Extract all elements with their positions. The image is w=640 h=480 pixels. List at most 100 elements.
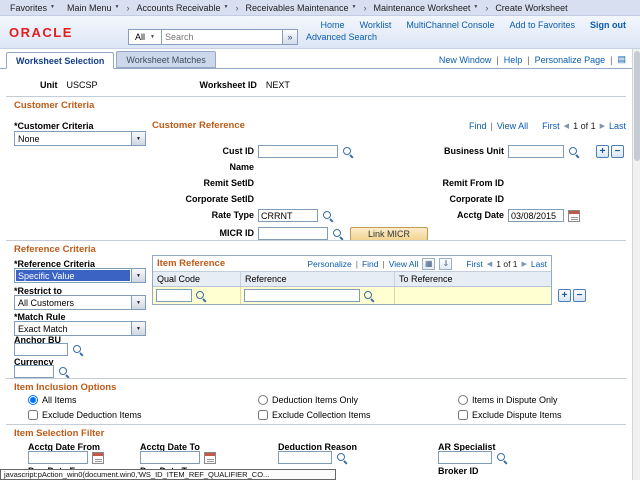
anchor-bu-input[interactable] bbox=[14, 343, 68, 356]
business-unit-label: Business Unit bbox=[392, 146, 504, 156]
ar-specialist-lookup-icon[interactable] bbox=[496, 452, 508, 464]
help-link[interactable]: Help bbox=[504, 55, 523, 65]
menu-receivables-maintenance[interactable]: Receivables Maintenance ▼ bbox=[239, 0, 362, 16]
new-window-page-icon[interactable]: ▤ bbox=[617, 54, 626, 65]
acctg-date-to-input[interactable] bbox=[140, 451, 200, 464]
tab-worksheet-selection[interactable]: Worksheet Selection bbox=[6, 52, 114, 69]
sign-out-link[interactable]: Sign out bbox=[590, 20, 626, 30]
oracle-logo: ORACLE bbox=[9, 25, 73, 40]
customer-criteria-dropdown[interactable]: None ▼ bbox=[14, 131, 146, 146]
previous-page-icon[interactable]: ◀ bbox=[487, 260, 492, 268]
add-to-favorites-link[interactable]: Add to Favorites bbox=[509, 20, 575, 30]
link-micr-button[interactable]: Link MICR bbox=[350, 227, 428, 241]
exclude-deduction-items-checkbox[interactable]: Exclude Deduction Items bbox=[28, 410, 142, 420]
item-reference-last-link[interactable]: Last bbox=[531, 259, 547, 269]
exclude-dispute-items-checkbox-input[interactable] bbox=[458, 410, 468, 420]
micr-id-lookup-icon[interactable] bbox=[332, 228, 344, 240]
acctg-date-input[interactable] bbox=[508, 209, 564, 222]
reference-criteria-dropdown[interactable]: Specific Value ▼ bbox=[14, 268, 146, 283]
qual-code-lookup-icon[interactable] bbox=[195, 290, 207, 302]
match-rule-dropdown[interactable]: Exact Match ▼ bbox=[14, 321, 146, 336]
qual-code-input[interactable] bbox=[156, 289, 192, 302]
deduction-reason-lookup-icon[interactable] bbox=[336, 452, 348, 464]
rate-type-lookup-icon[interactable] bbox=[322, 210, 334, 222]
all-items-radio[interactable]: All Items bbox=[28, 395, 77, 405]
business-unit-input[interactable] bbox=[508, 145, 564, 158]
menu-main-menu[interactable]: Main Menu ▼ bbox=[61, 0, 125, 16]
chevron-down-icon: ▼ bbox=[352, 5, 357, 10]
delete-row-button[interactable]: − bbox=[573, 289, 586, 302]
exclude-collection-items-label: Exclude Collection Items bbox=[272, 410, 371, 420]
scrollbar-thumb[interactable] bbox=[634, 51, 640, 161]
exclude-dispute-items-checkbox[interactable]: Exclude Dispute Items bbox=[458, 410, 562, 420]
next-page-icon[interactable]: ▶ bbox=[522, 260, 527, 268]
search-submit-button[interactable]: » bbox=[283, 29, 298, 45]
menu-favorites[interactable]: Favorites ▼ bbox=[4, 0, 61, 16]
acctg-date-from-input[interactable] bbox=[28, 451, 88, 464]
unit-value: USCSP bbox=[67, 80, 98, 90]
rate-type-input[interactable] bbox=[258, 209, 318, 222]
personalize-page-link[interactable]: Personalize Page bbox=[535, 55, 606, 65]
item-reference-first-link[interactable]: First bbox=[466, 259, 483, 269]
add-row-button[interactable]: + bbox=[558, 289, 571, 302]
items-in-dispute-only-radio-input[interactable] bbox=[458, 395, 468, 405]
item-reference-column-headers: Qual Code Reference To Reference bbox=[153, 272, 551, 287]
delete-row-button[interactable]: − bbox=[611, 145, 624, 158]
acctg-date-to-calendar-icon[interactable] bbox=[204, 452, 216, 464]
previous-page-icon[interactable]: ◀ bbox=[564, 122, 569, 130]
grid-zoom-icon[interactable]: ▦ bbox=[422, 258, 435, 270]
search-scope-dropdown[interactable]: All ▼ bbox=[128, 29, 161, 45]
search-input[interactable] bbox=[161, 29, 283, 45]
cust-id-input[interactable] bbox=[258, 145, 338, 158]
cust-id-lookup-icon[interactable] bbox=[342, 146, 354, 158]
menu-create-worksheet[interactable]: Create Worksheet bbox=[489, 0, 573, 16]
item-reference-find-link[interactable]: Find bbox=[362, 259, 379, 269]
vertical-scrollbar[interactable] bbox=[632, 49, 640, 480]
advanced-search-link[interactable]: Advanced Search bbox=[306, 32, 377, 42]
reference-lookup-icon[interactable] bbox=[363, 290, 375, 302]
multichannel-console-link[interactable]: MultiChannel Console bbox=[406, 20, 494, 30]
chevron-down-icon: ▼ bbox=[50, 5, 55, 10]
minus-icon: − bbox=[577, 291, 583, 301]
exclude-collection-items-checkbox[interactable]: Exclude Collection Items bbox=[258, 410, 371, 420]
menu-accounts-receivable[interactable]: Accounts Receivable ▼ bbox=[130, 0, 234, 16]
customer-reference-first-link[interactable]: First bbox=[542, 121, 560, 131]
rate-type-label: Rate Type bbox=[152, 210, 254, 220]
menu-maintenance-worksheet[interactable]: Maintenance Worksheet ▼ bbox=[367, 0, 484, 16]
micr-id-input[interactable] bbox=[258, 227, 328, 240]
currency-input[interactable] bbox=[14, 365, 54, 378]
acctg-date-calendar-icon[interactable] bbox=[568, 210, 580, 222]
download-to-excel-icon[interactable]: ⇓ bbox=[439, 258, 452, 270]
customer-reference-find-link[interactable]: Find bbox=[469, 121, 487, 131]
deduction-items-only-radio[interactable]: Deduction Items Only bbox=[258, 395, 358, 405]
item-reference-view-all-link[interactable]: View All bbox=[389, 259, 419, 269]
chevron-down-icon: ▼ bbox=[115, 5, 120, 10]
restrict-to-dropdown[interactable]: All Customers ▼ bbox=[14, 295, 146, 310]
tab-worksheet-matches[interactable]: Worksheet Matches bbox=[116, 51, 215, 68]
exclude-collection-items-checkbox-input[interactable] bbox=[258, 410, 268, 420]
item-reference-grid: Item Reference Personalize | Find | View… bbox=[152, 255, 552, 305]
deduction-items-only-radio-input[interactable] bbox=[258, 395, 268, 405]
customer-reference-view-all-link[interactable]: View All bbox=[497, 121, 528, 131]
qual-code-cell bbox=[153, 287, 241, 304]
deduction-reason-input[interactable] bbox=[278, 451, 332, 464]
item-reference-title: Item Reference bbox=[157, 258, 225, 269]
customer-reference-last-link[interactable]: Last bbox=[609, 121, 626, 131]
acctg-date-from-calendar-icon[interactable] bbox=[92, 452, 104, 464]
items-in-dispute-only-radio[interactable]: Items in Dispute Only bbox=[458, 395, 558, 405]
reference-input[interactable] bbox=[244, 289, 360, 302]
field-row: Corporate SetID Corporate ID bbox=[152, 193, 626, 208]
all-items-radio-input[interactable] bbox=[28, 395, 38, 405]
item-reference-personalize-link[interactable]: Personalize bbox=[307, 259, 351, 269]
ar-specialist-input[interactable] bbox=[438, 451, 492, 464]
new-window-link[interactable]: New Window bbox=[439, 55, 492, 65]
business-unit-lookup-icon[interactable] bbox=[568, 146, 580, 158]
anchor-bu-lookup-icon[interactable] bbox=[72, 344, 84, 356]
download-icon: ⇓ bbox=[442, 259, 449, 268]
currency-lookup-icon[interactable] bbox=[58, 366, 70, 378]
item-selection-filter-title: Item Selection Filter bbox=[14, 428, 104, 439]
exclude-deduction-items-checkbox-input[interactable] bbox=[28, 410, 38, 420]
add-row-button[interactable]: + bbox=[596, 145, 609, 158]
search-area: All ▼ » Advanced Search bbox=[128, 29, 377, 45]
next-page-icon[interactable]: ▶ bbox=[600, 122, 605, 130]
